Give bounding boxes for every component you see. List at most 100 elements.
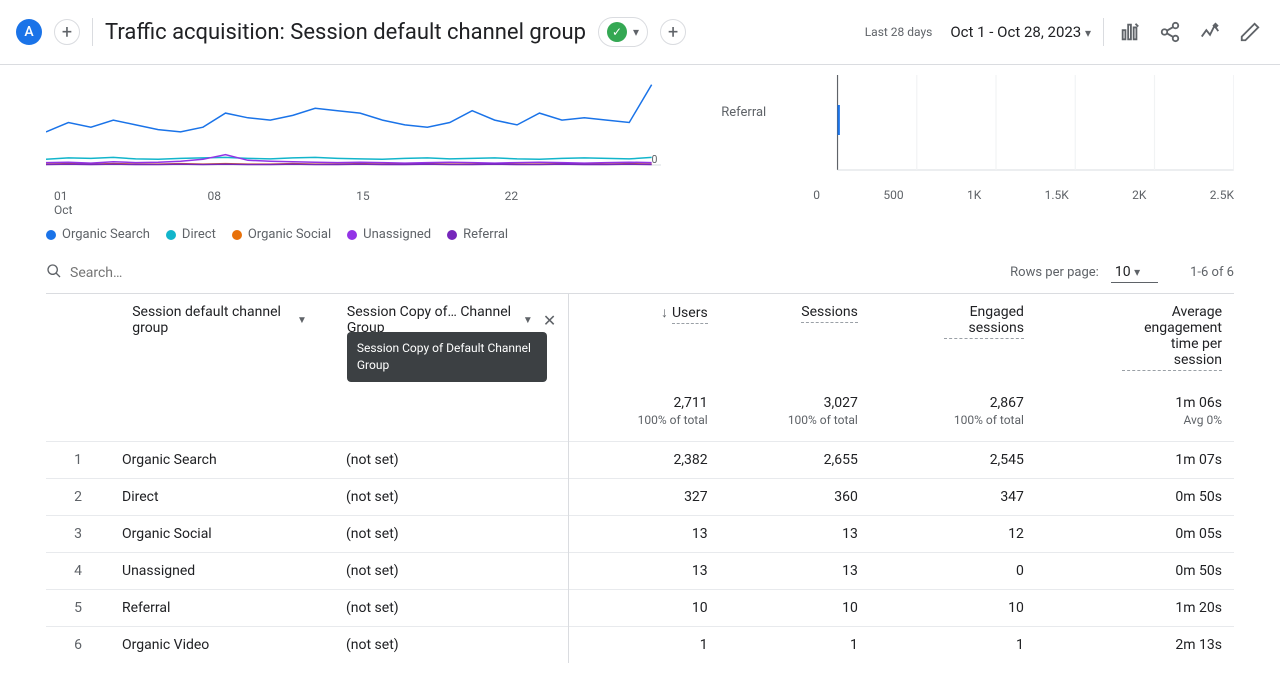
- chart-legend: Organic Search Direct Organic Social Una…: [46, 227, 661, 242]
- legend-item[interactable]: Organic Search: [46, 227, 150, 242]
- row-number: 4: [58, 563, 98, 579]
- cell-engaged: 0: [870, 553, 1036, 590]
- rows-per-page-select[interactable]: 10 ▾: [1111, 262, 1158, 283]
- column-header-engaged-sessions[interactable]: Engaged sessions: [870, 294, 1036, 381]
- cell-avg: 0m 05s: [1036, 516, 1234, 553]
- sort-descending-icon: ↓: [661, 305, 668, 321]
- cell-dim2: (not set): [346, 600, 399, 616]
- cell-users: 13: [569, 516, 720, 553]
- total-sessions: 3,027100% of total: [720, 381, 870, 442]
- add-comparison-button[interactable]: +: [54, 19, 80, 45]
- check-icon: ✓: [607, 22, 627, 42]
- page-title: Traffic acquisition: Session default cha…: [105, 20, 586, 45]
- row-number: 1: [58, 452, 98, 468]
- cell-avg: 0m 50s: [1036, 479, 1234, 516]
- cell-engaged: 1: [870, 627, 1036, 664]
- row-number: 6: [58, 637, 98, 653]
- table-row[interactable]: 5Referral(not set)1010101m 20s: [46, 590, 1234, 627]
- edit-icon[interactable]: [1236, 18, 1264, 46]
- primary-dimension-selector[interactable]: Session default channel group ▼: [132, 304, 307, 336]
- table-row[interactable]: 2 Direct (not set) 3273603470m 50s: [46, 479, 1234, 516]
- charts-row: 0 01 Oct 08 15 22 Organic Search Direct …: [16, 65, 1264, 252]
- share-icon[interactable]: [1156, 18, 1184, 46]
- insights-icon[interactable]: [1196, 18, 1224, 46]
- cell-engaged: 10: [870, 590, 1036, 627]
- cell-sessions: 2,655: [720, 442, 870, 479]
- total-users: 2,711100% of total: [569, 381, 720, 442]
- add-filter-button[interactable]: +: [660, 19, 686, 45]
- bar-chart: Referral 0 500 1K 1.5K 2K 2.5K: [691, 65, 1264, 252]
- y-tick: 0: [651, 153, 657, 166]
- cell-users: 10: [569, 590, 720, 627]
- cell-sessions: 10: [720, 590, 870, 627]
- line-chart-x-ticks: 01 Oct 08 15 22: [46, 189, 661, 217]
- total-avg-engagement: 1m 06sAvg 0%: [1036, 381, 1234, 442]
- cell-engaged: 347: [870, 479, 1036, 516]
- cell-dim2: (not set): [346, 452, 399, 468]
- divider: [92, 18, 93, 46]
- cell-avg: 1m 20s: [1036, 590, 1234, 627]
- cell-avg: 0m 50s: [1036, 553, 1234, 590]
- chevron-down-icon: ▼: [523, 315, 533, 326]
- chevron-down-icon: ▼: [297, 315, 307, 326]
- cell-dim1: Organic Search: [122, 452, 322, 468]
- legend-item[interactable]: Referral: [447, 227, 508, 242]
- dimension-tooltip: Session Copy of Default Channel Group: [347, 332, 547, 382]
- line-chart: 0 01 Oct 08 15 22 Organic Search Direct …: [16, 65, 691, 252]
- table-row[interactable]: 1 Organic Search (not set) 2,3822,6552,5451…: [46, 442, 1234, 479]
- cell-engaged: 2,545: [870, 442, 1036, 479]
- bar-chart-x-ticks: 0 500 1K 1.5K 2K 2.5K: [721, 188, 1234, 202]
- cell-sessions: 1: [720, 627, 870, 664]
- total-engaged-sessions: 2,867100% of total: [870, 381, 1036, 442]
- column-header-avg-engagement[interactable]: Average engagement time per session: [1036, 294, 1234, 381]
- table-row[interactable]: 3Organic Social(not set)1313120m 05s: [46, 516, 1234, 553]
- remove-secondary-dimension-button[interactable]: ✕: [543, 311, 556, 330]
- chevron-down-icon: ▾: [1085, 26, 1091, 40]
- search-icon: [46, 263, 62, 283]
- cell-dim1: Organic Social: [122, 526, 322, 542]
- table-row[interactable]: 4Unassigned(not set)131300m 50s: [46, 553, 1234, 590]
- cell-sessions: 13: [720, 553, 870, 590]
- cell-avg: 1m 07s: [1036, 442, 1234, 479]
- cell-dim1: Organic Video: [122, 637, 322, 653]
- cell-dim1: Unassigned: [122, 563, 322, 579]
- row-number: 5: [58, 600, 98, 616]
- bar-category-label: Referral: [721, 105, 766, 120]
- table-controls: Rows per page: 10 ▾ 1-6 of 6: [16, 252, 1264, 293]
- chevron-down-icon: ▾: [633, 25, 639, 39]
- column-header-sessions[interactable]: Sessions: [720, 294, 870, 381]
- page-header: A + Traffic acquisition: Session default…: [0, 0, 1280, 65]
- bar-referral[interactable]: [838, 105, 840, 135]
- cell-users: 13: [569, 553, 720, 590]
- cell-sessions: 360: [720, 479, 870, 516]
- cell-dim1: Direct: [122, 489, 322, 505]
- cell-dim2: (not set): [346, 526, 399, 542]
- status-chip[interactable]: ✓ ▾: [598, 17, 648, 47]
- row-number: 3: [58, 526, 98, 542]
- cell-engaged: 12: [870, 516, 1036, 553]
- cell-avg: 2m 13s: [1036, 627, 1234, 664]
- legend-item[interactable]: Organic Social: [232, 227, 331, 242]
- row-number: 2: [58, 489, 98, 505]
- legend-item[interactable]: Direct: [166, 227, 216, 242]
- cell-users: 327: [569, 479, 720, 516]
- pagination-info: 1-6 of 6: [1190, 265, 1234, 280]
- date-range-picker[interactable]: Oct 1 - Oct 28, 2023 ▾: [950, 23, 1091, 41]
- cell-sessions: 13: [720, 516, 870, 553]
- cell-users: 1: [569, 627, 720, 664]
- table-row[interactable]: 6Organic Video(not set)1112m 13s: [46, 627, 1234, 664]
- data-table: Session default channel group ▼ Session …: [46, 293, 1234, 663]
- cell-dim2: (not set): [346, 563, 399, 579]
- rows-per-page-label: Rows per page:: [1010, 265, 1099, 280]
- avatar[interactable]: A: [16, 19, 42, 45]
- cell-users: 2,382: [569, 442, 720, 479]
- customize-report-icon[interactable]: [1116, 18, 1144, 46]
- divider: [1103, 18, 1104, 46]
- cell-dim1: Referral: [122, 600, 322, 616]
- cell-dim2: (not set): [346, 637, 399, 653]
- legend-item[interactable]: Unassigned: [347, 227, 431, 242]
- column-header-users[interactable]: ↓Users: [569, 294, 720, 381]
- date-range-label: Last 28 days: [865, 25, 933, 39]
- cell-dim2: (not set): [346, 489, 399, 505]
- search-input[interactable]: [70, 265, 270, 281]
